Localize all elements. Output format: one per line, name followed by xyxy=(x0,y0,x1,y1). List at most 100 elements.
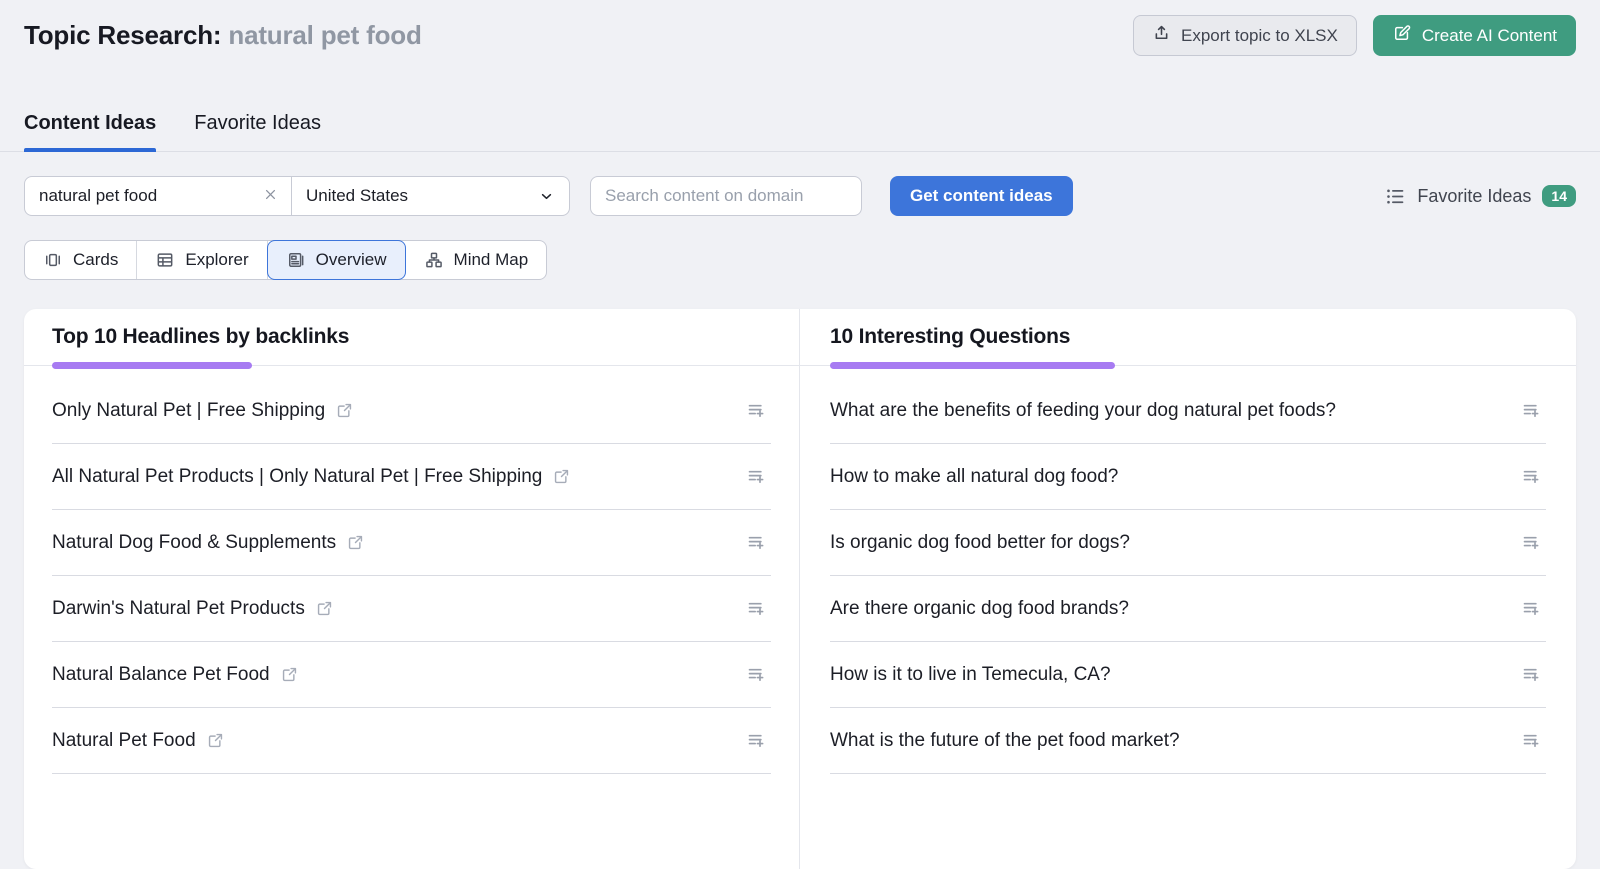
tab-favorite-ideas[interactable]: Favorite Ideas xyxy=(194,112,321,151)
add-to-favorites-button[interactable] xyxy=(1517,528,1546,557)
upload-icon xyxy=(1152,24,1171,48)
add-to-list-icon xyxy=(746,664,767,685)
view-explorer-label: Explorer xyxy=(185,250,249,269)
add-to-list-icon xyxy=(1521,466,1542,487)
headlines-panel-header: Top 10 Headlines by backlinks xyxy=(24,309,799,369)
view-cards-label: Cards xyxy=(73,250,119,269)
headline-link[interactable]: Darwin's Natural Pet Products xyxy=(52,598,305,620)
favorites-count-badge: 14 xyxy=(1542,185,1576,207)
list-item: All Natural Pet Products | Only Natural … xyxy=(52,444,771,510)
add-to-favorites-button[interactable] xyxy=(1517,726,1546,755)
question-text: Are there organic dog food brands? xyxy=(830,597,1129,619)
filter-row: United States Get content ideas Favorite… xyxy=(24,176,1576,216)
topic-input[interactable] xyxy=(37,185,262,207)
add-to-list-icon xyxy=(1521,664,1542,685)
add-to-list-icon xyxy=(746,730,767,751)
overview-icon xyxy=(286,250,306,270)
questions-panel-title: 10 Interesting Questions xyxy=(830,325,1071,348)
mindmap-icon xyxy=(424,250,444,270)
add-to-favorites-button[interactable] xyxy=(742,462,771,491)
external-link-icon[interactable] xyxy=(206,731,225,750)
country-select-value: United States xyxy=(306,186,409,205)
view-cards[interactable]: Cards xyxy=(25,241,138,279)
create-ai-content-label: Create AI Content xyxy=(1421,25,1557,45)
add-to-favorites-button[interactable] xyxy=(1517,660,1546,689)
external-link-icon[interactable] xyxy=(280,665,299,684)
accent-bar xyxy=(52,362,252,369)
list-item: Darwin's Natural Pet Products xyxy=(52,576,771,642)
headlines-panel-title: Top 10 Headlines by backlinks xyxy=(52,325,350,348)
question-text: How is it to live in Temecula, CA? xyxy=(830,663,1111,685)
export-topic-label: Export topic to XLSX xyxy=(1180,25,1338,45)
add-to-favorites-button[interactable] xyxy=(1517,594,1546,623)
external-link-icon[interactable] xyxy=(315,599,334,618)
questions-list: What are the benefits of feeding your do… xyxy=(800,366,1576,774)
view-mindmap[interactable]: Mind Map xyxy=(406,241,547,279)
add-to-favorites-button[interactable] xyxy=(1517,396,1546,425)
add-to-list-icon xyxy=(1521,400,1542,421)
view-overview[interactable]: Overview xyxy=(266,240,406,280)
headline-link[interactable]: Only Natural Pet | Free Shipping xyxy=(52,400,325,422)
headline-link[interactable]: Natural Dog Food & Supplements xyxy=(52,532,336,554)
view-mindmap-label: Mind Map xyxy=(453,250,529,269)
accent-bar xyxy=(830,362,1115,369)
export-topic-button[interactable]: Export topic to XLSX xyxy=(1132,15,1357,56)
headlines-list: Only Natural Pet | Free Shipping All Nat… xyxy=(24,366,799,774)
add-to-favorites-button[interactable] xyxy=(742,396,771,425)
list-item: How to make all natural dog food? xyxy=(830,444,1546,510)
get-content-ideas-button[interactable]: Get content ideas xyxy=(890,176,1073,216)
add-to-favorites-button[interactable] xyxy=(742,594,771,623)
list-item: Are there organic dog food brands? xyxy=(830,576,1546,642)
page-title-prefix: Topic Research: xyxy=(24,20,222,50)
add-to-list-icon xyxy=(746,400,767,421)
add-to-favorites-button[interactable] xyxy=(742,660,771,689)
add-to-list-icon xyxy=(1521,598,1542,619)
list-item: Only Natural Pet | Free Shipping xyxy=(52,378,771,444)
view-explorer[interactable]: Explorer xyxy=(137,241,268,279)
headlines-panel: Top 10 Headlines by backlinks Only Natur… xyxy=(24,309,799,869)
list-item: Natural Balance Pet Food xyxy=(52,642,771,708)
favorite-ideas-toggle[interactable]: Favorite Ideas 14 xyxy=(1385,185,1576,207)
add-to-favorites-button[interactable] xyxy=(742,726,771,755)
list-item: Natural Dog Food & Supplements xyxy=(52,510,771,576)
add-to-list-icon xyxy=(746,466,767,487)
headline-link[interactable]: All Natural Pet Products | Only Natural … xyxy=(52,466,542,488)
topic-field xyxy=(25,177,292,215)
domain-search-input[interactable] xyxy=(590,176,862,216)
headline-link[interactable]: Natural Balance Pet Food xyxy=(52,664,270,686)
content-card: Top 10 Headlines by backlinks Only Natur… xyxy=(24,309,1576,869)
add-to-list-icon xyxy=(1521,730,1542,751)
external-link-icon[interactable] xyxy=(552,467,571,486)
tab-content-ideas[interactable]: Content Ideas xyxy=(24,112,157,152)
table-icon xyxy=(155,250,175,270)
page-header: Topic Research: natural pet food Export … xyxy=(24,0,1576,56)
external-link-icon[interactable] xyxy=(346,533,365,552)
country-select[interactable]: United States xyxy=(292,177,569,215)
header-actions: Export topic to XLSX Create AI Content xyxy=(1132,15,1576,56)
question-text: What are the benefits of feeding your do… xyxy=(830,399,1336,421)
list-item: What are the benefits of feeding your do… xyxy=(830,378,1546,444)
external-link-icon[interactable] xyxy=(335,401,354,420)
chevron-down-icon xyxy=(538,188,555,205)
topic-country-combo: United States xyxy=(24,176,570,216)
page-title-topic: natural pet food xyxy=(228,20,422,50)
clear-topic-button[interactable] xyxy=(262,186,279,206)
close-icon xyxy=(262,186,279,206)
add-to-favorites-button[interactable] xyxy=(742,528,771,557)
list-item: Natural Pet Food xyxy=(52,708,771,774)
list-item: What is the future of the pet food marke… xyxy=(830,708,1546,774)
add-to-favorites-button[interactable] xyxy=(1517,462,1546,491)
create-ai-content-button[interactable]: Create AI Content xyxy=(1372,15,1576,56)
question-text: How to make all natural dog food? xyxy=(830,465,1119,487)
add-to-list-icon xyxy=(1521,532,1542,553)
list-item: How is it to live in Temecula, CA? xyxy=(830,642,1546,708)
edit-icon xyxy=(1392,23,1412,48)
questions-panel: 10 Interesting Questions What are the be… xyxy=(799,309,1576,869)
list-item: Is organic dog food better for dogs? xyxy=(830,510,1546,576)
question-text: Is organic dog food better for dogs? xyxy=(830,531,1130,553)
add-to-list-icon xyxy=(746,598,767,619)
tab-bar: Content Ideas Favorite Ideas xyxy=(0,112,1600,152)
headline-link[interactable]: Natural Pet Food xyxy=(52,730,196,752)
question-text: What is the future of the pet food marke… xyxy=(830,729,1180,751)
favorite-ideas-toggle-label: Favorite Ideas xyxy=(1417,185,1532,206)
